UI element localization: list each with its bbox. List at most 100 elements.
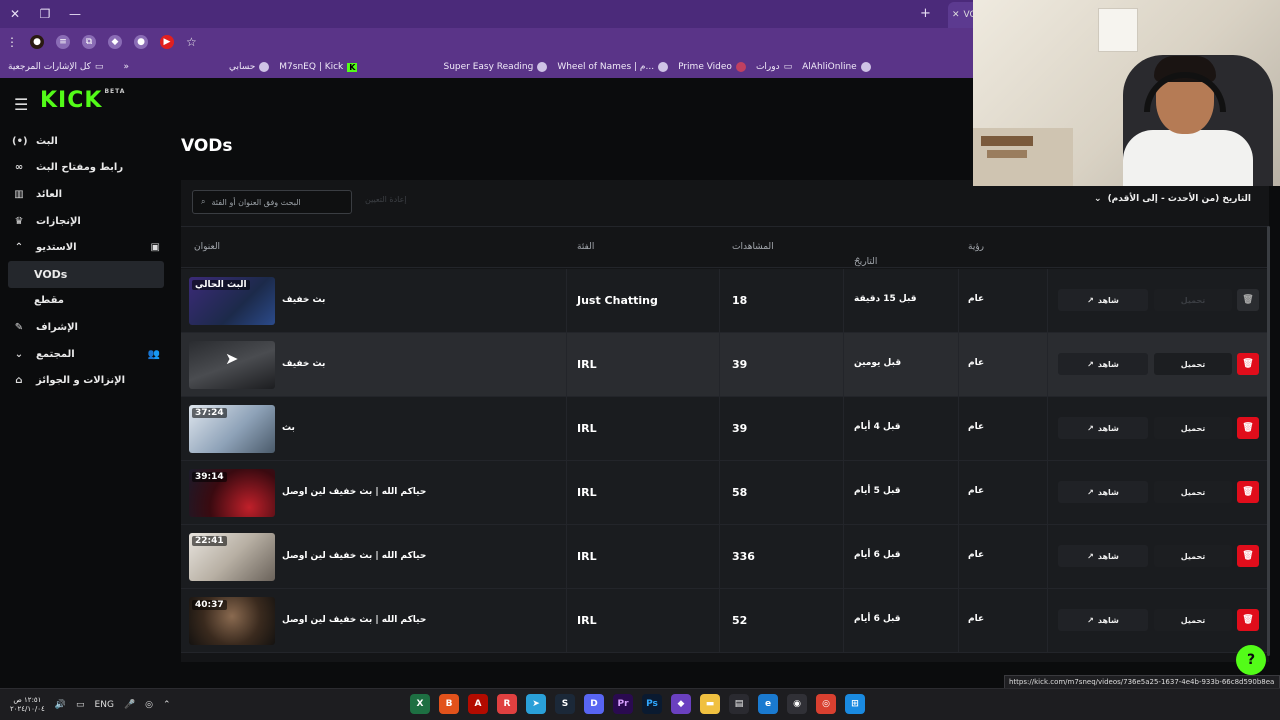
bookmark-courses[interactable]: دورات ▭ — [756, 62, 792, 72]
scrollbar[interactable] — [1267, 226, 1270, 656]
kick-logo[interactable]: KICK BETA — [40, 88, 125, 113]
sidebar-item-vods[interactable]: VODs — [8, 260, 164, 288]
watch-button[interactable]: ↗ شاهد — [1058, 609, 1148, 631]
table-row[interactable]: ➤ بث خفيف IRL 39 قبل يومين عام ↗ شاهد تحم… — [181, 333, 1269, 397]
delete-button[interactable]: 🗑 — [1237, 417, 1259, 439]
header-category[interactable]: الفئة — [577, 242, 594, 252]
table-row[interactable]: 37:24 بث IRL 39 قبل 4 أيام عام ↗ شاهد تحم… — [181, 397, 1269, 461]
download-button[interactable]: تحميل — [1154, 289, 1232, 311]
download-button[interactable]: تحميل — [1154, 609, 1232, 631]
chevron-double-icon[interactable]: » — [123, 62, 129, 72]
minimize-window-icon[interactable]: — — [60, 7, 90, 21]
download-button[interactable]: تحميل — [1154, 545, 1232, 567]
delete-button[interactable]: 🗑 — [1237, 289, 1259, 311]
new-tab-button[interactable]: + — [920, 6, 931, 21]
vod-thumbnail[interactable]: 22:41 — [189, 533, 275, 581]
telegram-icon[interactable]: ➤ — [526, 694, 546, 714]
app-icon[interactable]: ◆ — [671, 694, 691, 714]
sidebar-item-community[interactable]: ⌄ المجتمع 👥 — [8, 341, 164, 368]
sort-dropdown[interactable]: ⌄ التاريخ (من الأحدث - إلى الأقدم) — [1094, 194, 1251, 204]
table-row[interactable]: 22:41 حياكم الله | بث خفيف لين اوصل IRL … — [181, 525, 1269, 589]
header-views[interactable]: المشاهدات — [732, 242, 774, 252]
header-visibility[interactable]: رؤية — [968, 242, 984, 252]
bookmark-alahli[interactable]: AlAhliOnline — [802, 62, 871, 72]
sidebar-item-drops-rewards[interactable]: ⌂ الإنزالات و الجوائز — [8, 367, 164, 394]
bookmark-star-icon[interactable]: ☆ — [186, 35, 197, 49]
sidebar-item-stream-key[interactable]: ∞ رابط ومفتاح البث — [8, 155, 164, 182]
sidebar-item-moderation[interactable]: ✎ الإشراف — [8, 314, 164, 341]
discord-icon[interactable]: D — [584, 694, 604, 714]
divider — [719, 525, 720, 589]
language-indicator[interactable]: ENG — [95, 700, 114, 710]
vod-thumbnail[interactable]: ➤ — [189, 341, 275, 389]
bookmark-all[interactable]: كل الإشارات المرجعية ▭ — [8, 62, 103, 72]
vod-thumbnail[interactable]: البث الحالي — [189, 277, 275, 325]
watch-button[interactable]: ↗ شاهد — [1058, 353, 1148, 375]
close-window-icon[interactable]: ✕ — [0, 7, 30, 21]
table-row[interactable]: البث الحالي بث خفيف Just Chatting 18 قبل… — [181, 269, 1269, 333]
puzzle-extensions-icon[interactable]: ⧉ — [82, 35, 96, 49]
bookmark-super-easy-reading[interactable]: Super Easy Reading — [443, 62, 548, 72]
chevron-up-icon[interactable]: ⌃ — [163, 700, 171, 710]
bookmark-kick[interactable]: M7snEQ | Kick K — [279, 62, 358, 72]
bookmark-wheel-of-names[interactable]: Wheel of Names | م... — [557, 62, 669, 72]
chrome-icon[interactable]: ◎ — [816, 694, 836, 714]
steam-icon[interactable]: S — [555, 694, 575, 714]
sidebar-item-stream[interactable]: (•) البث — [8, 128, 164, 155]
vod-thumbnail[interactable]: 39:14 — [189, 469, 275, 517]
header-title[interactable]: العنوان — [194, 242, 220, 252]
search-input[interactable]: ⌕ البحث وفق العنوان أو الفئة — [192, 190, 352, 214]
shield-extension-icon[interactable]: ◆ — [108, 35, 122, 49]
reset-button[interactable]: إعادة التعيين — [365, 195, 407, 204]
photoshop-icon[interactable]: Ps — [642, 694, 662, 714]
download-button[interactable]: تحميل — [1154, 353, 1232, 375]
table-row[interactable]: 40:37 حياكم الله | بث خفيف لين اوصل IRL … — [181, 589, 1269, 653]
vod-title: بث خفيف — [282, 359, 326, 369]
watch-button[interactable]: ↗ شاهد — [1058, 545, 1148, 567]
sidebar-item-achievements[interactable]: ♛ الإنجازات — [8, 208, 164, 235]
hamburger-menu-icon[interactable]: ☰ — [14, 95, 28, 114]
brave-icon[interactable]: B — [439, 694, 459, 714]
sidebar-item-studio[interactable]: ⌃ الاستديو ▣ — [8, 234, 164, 261]
delete-button[interactable]: 🗑 — [1237, 545, 1259, 567]
extension-icon-2[interactable]: ● — [134, 35, 148, 49]
vod-views: 18 — [732, 294, 748, 307]
menu-dots-icon[interactable]: ⋮ — [6, 35, 18, 49]
delete-button[interactable]: 🗑 — [1237, 609, 1259, 631]
delete-button[interactable]: 🗑 — [1237, 353, 1259, 375]
download-button[interactable]: تحميل — [1154, 417, 1232, 439]
watch-button[interactable]: ↗ شاهد — [1058, 481, 1148, 503]
premiere-icon[interactable]: Pr — [613, 694, 633, 714]
watch-button[interactable]: ↗ شاهد — [1058, 289, 1148, 311]
file-explorer-icon[interactable]: ▬ — [700, 694, 720, 714]
youtube-extension-icon[interactable]: ▶ — [160, 35, 174, 49]
network-icon[interactable]: ▭ — [76, 700, 85, 710]
edge-icon[interactable]: e — [758, 694, 778, 714]
close-tab-icon[interactable]: ✕ — [952, 10, 960, 20]
sidebar-item-clips[interactable]: مقطع — [8, 288, 164, 315]
help-chat-button[interactable]: ? — [1236, 645, 1266, 675]
microphone-icon[interactable]: 🎤 — [124, 700, 135, 710]
volume-icon[interactable]: 🔊 — [55, 700, 66, 710]
extension-icon[interactable]: ≡ — [56, 35, 70, 49]
table-row[interactable]: 39:14 حياكم الله | بث خفيف لين اوصل IRL … — [181, 461, 1269, 525]
app-icon[interactable]: R — [497, 694, 517, 714]
store-icon[interactable]: ▤ — [729, 694, 749, 714]
bookmark-prime-video[interactable]: Prime Video — [678, 62, 746, 72]
sidebar-item-revenue[interactable]: ▥ العائد — [8, 181, 164, 208]
windows-start-icon[interactable]: ⊞ — [845, 694, 865, 714]
download-button[interactable]: تحميل — [1154, 481, 1232, 503]
restore-window-icon[interactable]: ❐ — [30, 7, 60, 21]
clock[interactable]: ١٢:٥١ ص ٢٠٢٤/١٠/٠٤ — [10, 696, 45, 714]
headset-icon[interactable]: ◎ — [145, 700, 153, 710]
divider — [843, 333, 844, 397]
vod-thumbnail[interactable]: 37:24 — [189, 405, 275, 453]
excel-icon[interactable]: X — [410, 694, 430, 714]
watch-button[interactable]: ↗ شاهد — [1058, 417, 1148, 439]
profile-avatar[interactable]: ● — [30, 35, 44, 49]
delete-button[interactable]: 🗑 — [1237, 481, 1259, 503]
acrobat-icon[interactable]: A — [468, 694, 488, 714]
obs-icon[interactable]: ◉ — [787, 694, 807, 714]
vod-thumbnail[interactable]: 40:37 — [189, 597, 275, 645]
bookmark-account[interactable]: حسابي — [229, 62, 270, 72]
